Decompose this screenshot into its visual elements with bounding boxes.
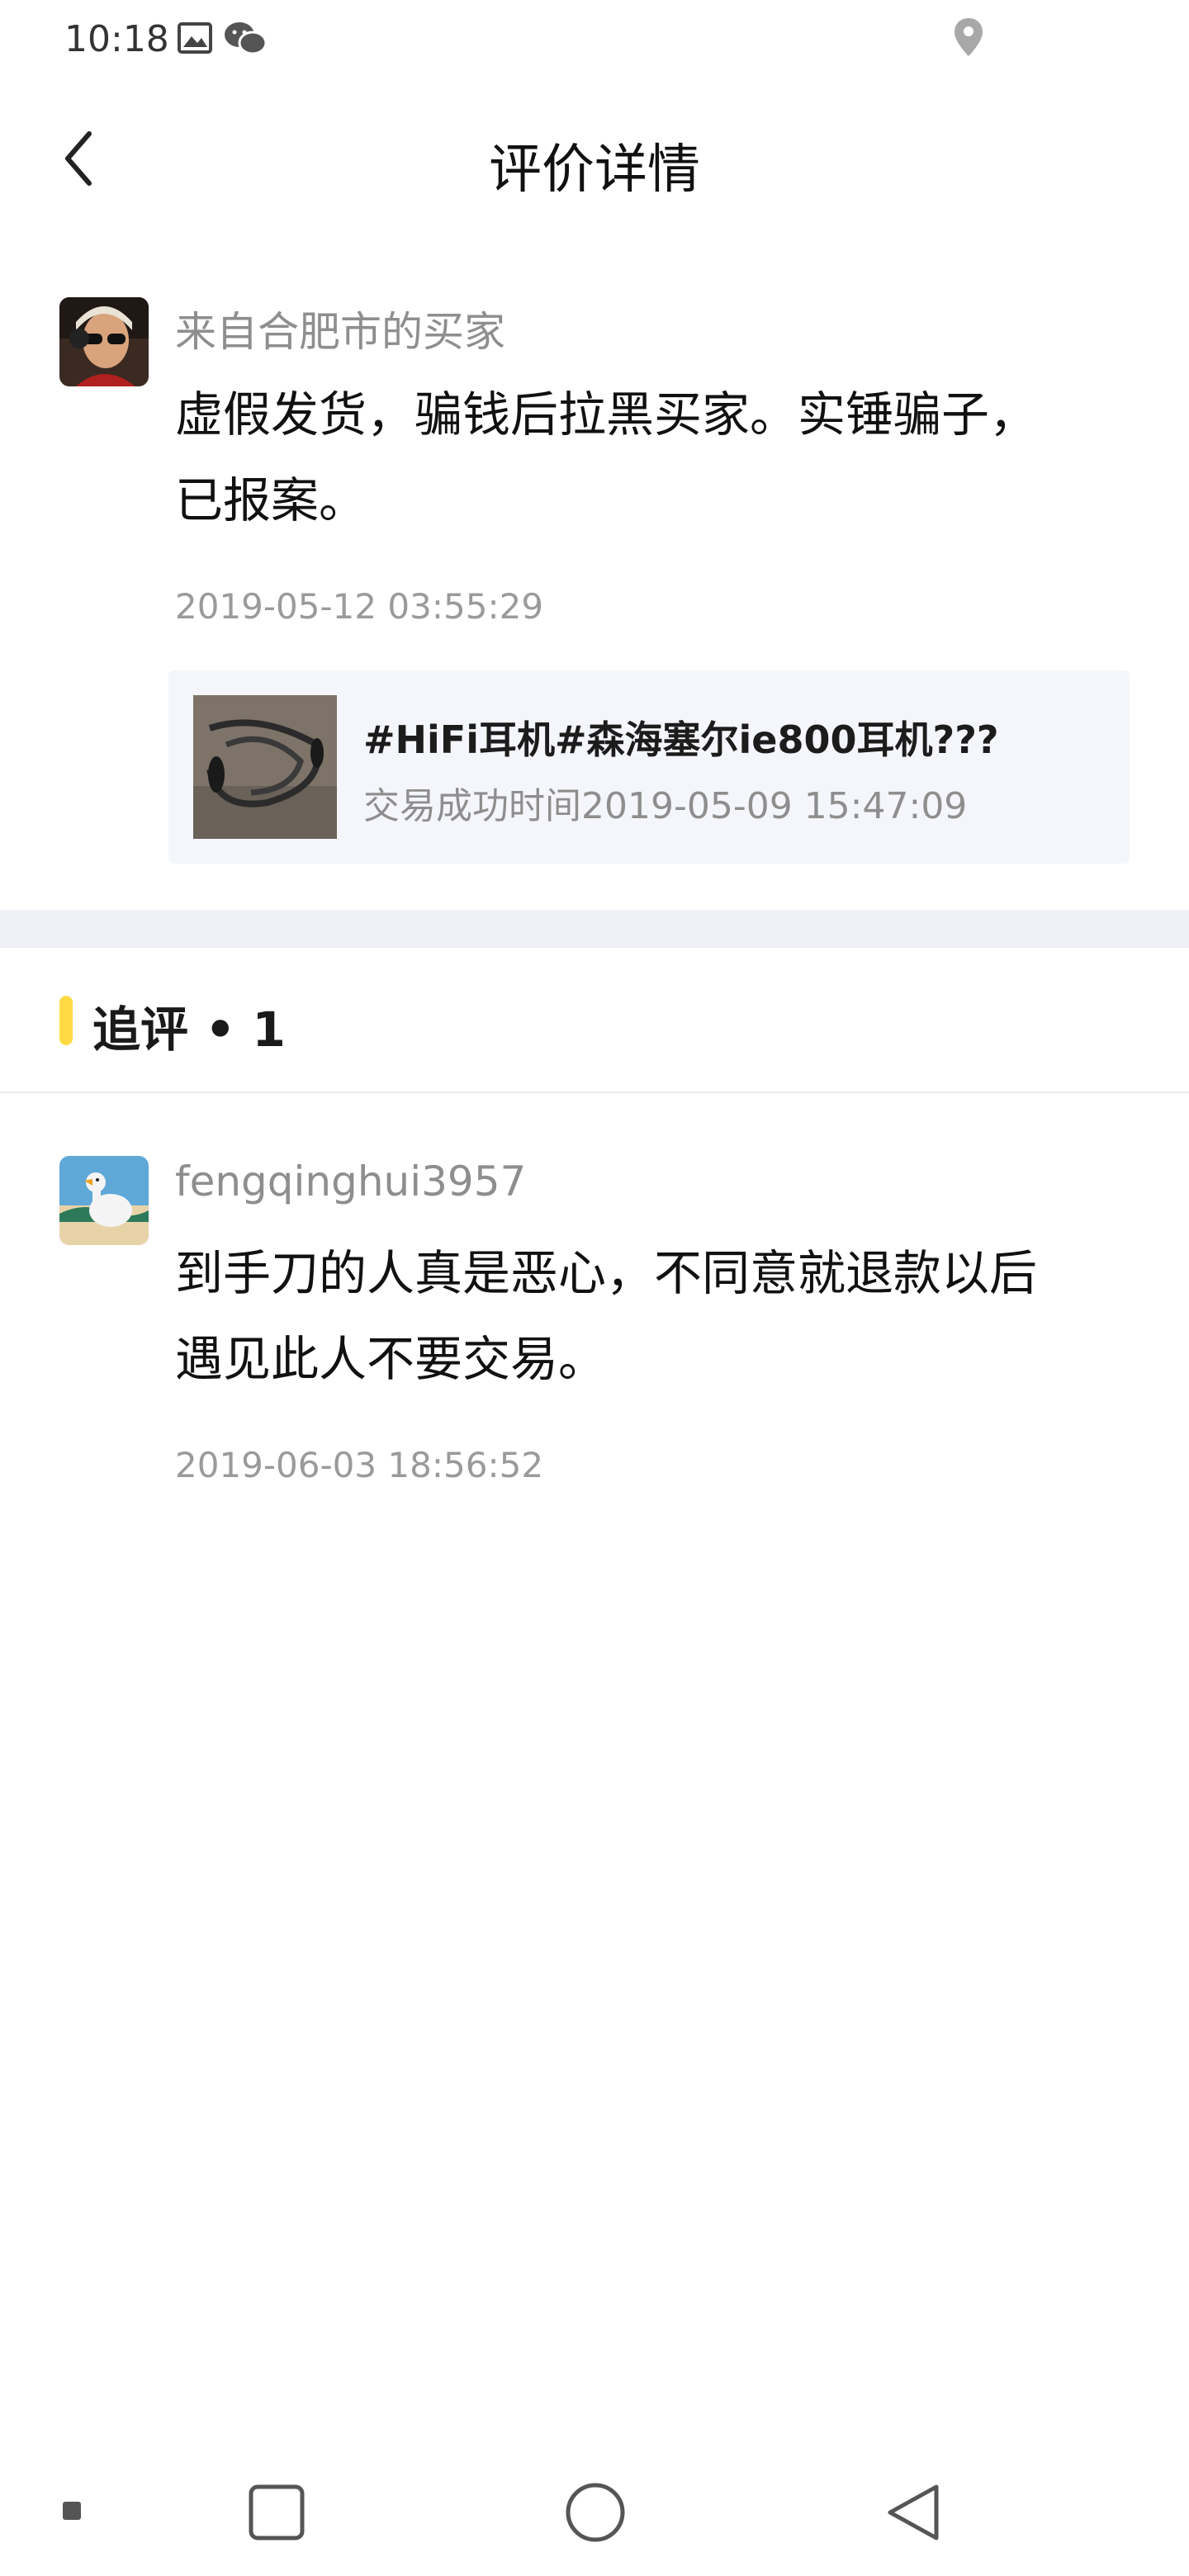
- status-bar: 10:18: [0, 0, 1189, 79]
- review-text-line: 已报案。: [175, 472, 367, 528]
- avatar[interactable]: [59, 297, 149, 386]
- avatar-image: [59, 297, 149, 386]
- followup-avatar[interactable]: [59, 1156, 149, 1245]
- item-card[interactable]: #HiFi耳机#森海塞尔ie800耳机??? 交易成功时间2019-05-09 …: [168, 670, 1130, 864]
- wechat-icon: [225, 22, 268, 55]
- followup-user-name[interactable]: fengqinghui3957: [175, 1158, 526, 1205]
- followup-text-line: 到手刀的人真是恶心，不同意就退款以后: [175, 1245, 1038, 1301]
- recent-apps-icon[interactable]: [248, 2484, 306, 2541]
- followup-title: 追评 • 1: [92, 1002, 286, 1058]
- section-divider: [0, 910, 1189, 948]
- item-thumbnail: [193, 695, 337, 839]
- review-timestamp: 2019-05-12 03:55:29: [175, 586, 544, 627]
- image-icon: [178, 22, 212, 54]
- followup-text-line: 遇见此人不要交易。: [175, 1331, 607, 1387]
- reviewer-name[interactable]: 来自合肥市的买家: [175, 299, 505, 358]
- menu-dot-button[interactable]: [63, 2502, 81, 2520]
- review-text: 虚假发货，骗钱后拉黑买家。实锤骗子， 已报案。: [175, 372, 1116, 543]
- nav-bar: 评价详情: [0, 107, 1189, 215]
- back-nav-icon[interactable]: [883, 2482, 943, 2543]
- followup-timestamp: 2019-06-03 18:56:52: [175, 1445, 544, 1485]
- review-text-line: 虚假发货，骗钱后拉黑买家。实锤骗子，: [175, 386, 1038, 443]
- home-icon[interactable]: [565, 2482, 626, 2543]
- status-time: 10:18: [64, 18, 169, 60]
- followup-header: 追评 • 1: [0, 948, 1189, 1093]
- accent-bar: [59, 996, 73, 1045]
- item-transaction-time: 交易成功时间2019-05-09 15:47:09: [363, 785, 968, 827]
- system-nav-bar: [0, 2444, 1189, 2576]
- followup-text: 到手刀的人真是恶心，不同意就退款以后 遇见此人不要交易。: [175, 1230, 1116, 1402]
- location-icon: [955, 18, 983, 56]
- avatar-image: [59, 1156, 149, 1245]
- item-title: #HiFi耳机#森海塞尔ie800耳机???: [363, 717, 999, 762]
- page-title: 评价详情: [489, 140, 700, 201]
